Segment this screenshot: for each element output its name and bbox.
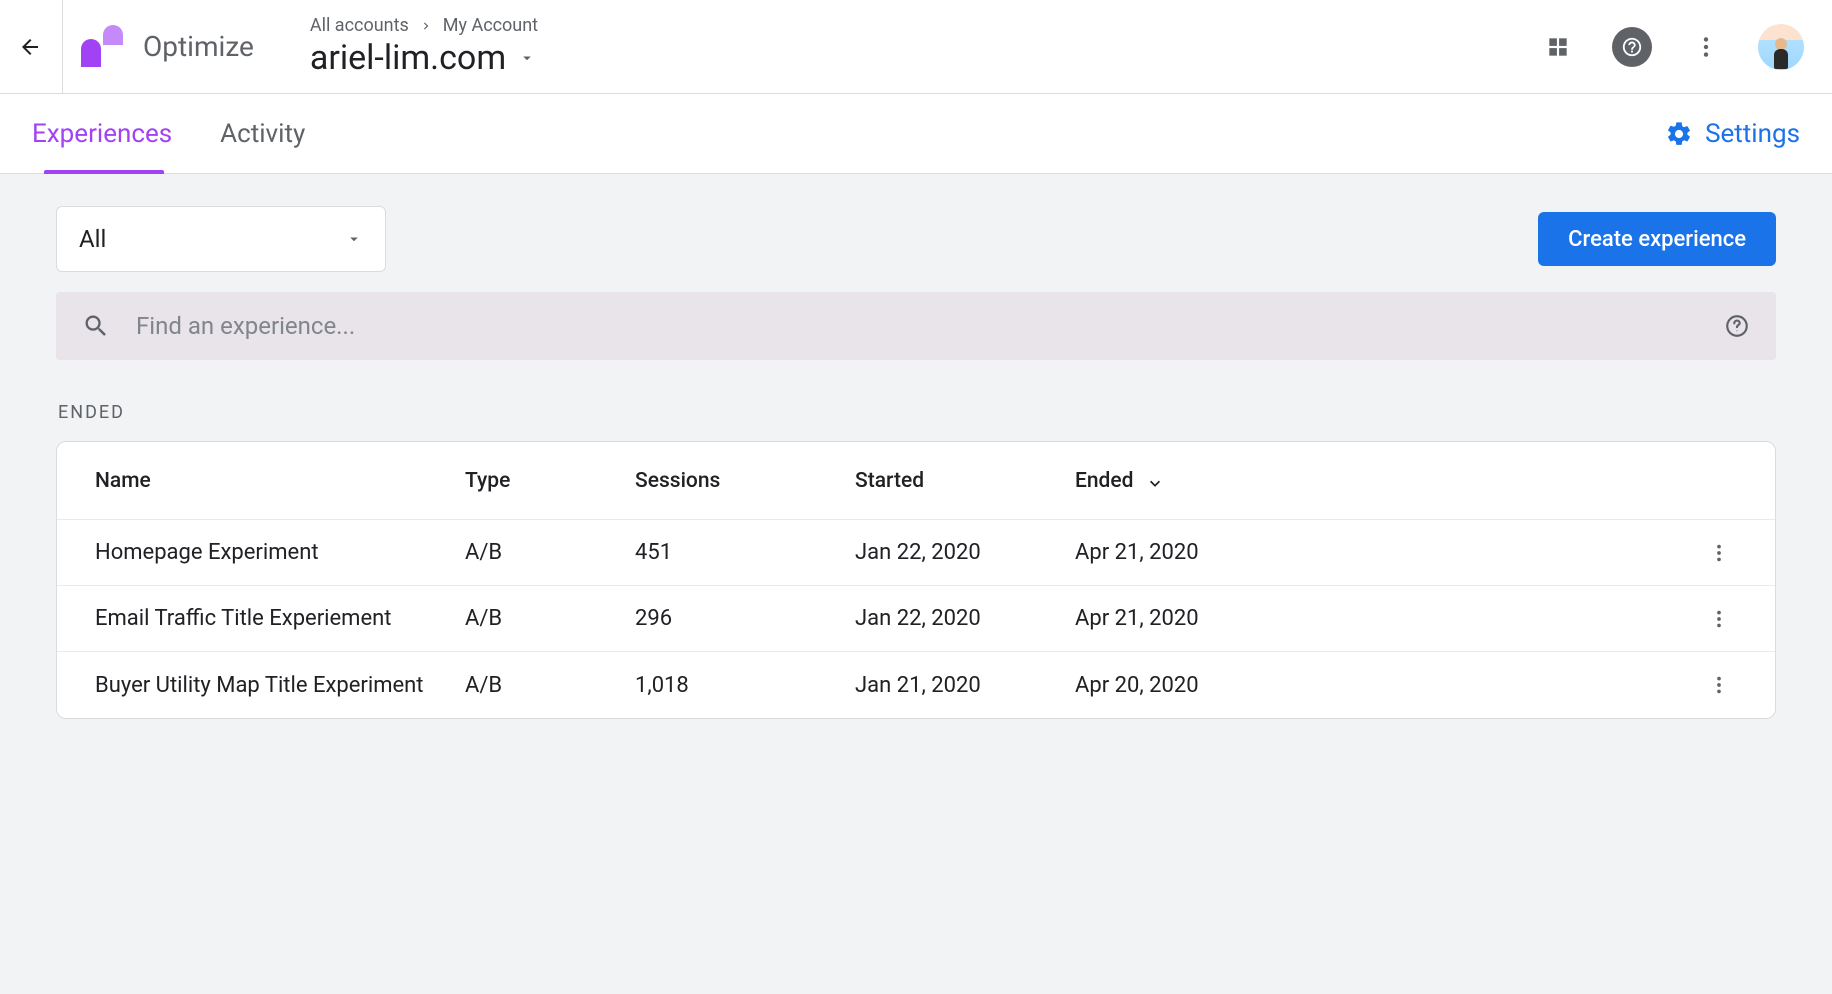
caret-down-icon	[345, 230, 363, 248]
product-name: Optimize	[143, 30, 254, 63]
search-bar	[56, 292, 1776, 360]
cell-type: A/B	[465, 673, 635, 698]
action-row: All Create experience	[56, 206, 1776, 272]
col-type[interactable]: Type	[465, 469, 635, 493]
cell-name: Homepage Experiment	[95, 540, 465, 565]
search-icon	[82, 312, 110, 340]
col-name[interactable]: Name	[95, 469, 465, 493]
table-row[interactable]: Buyer Utility Map Title Experiment A/B 1…	[57, 652, 1775, 718]
main-content: All Create experience ENDED Name Type Se…	[0, 174, 1832, 994]
row-menu-button[interactable]	[1701, 535, 1737, 571]
filter-label: All	[79, 225, 345, 253]
cell-type: A/B	[465, 606, 635, 631]
back-button[interactable]	[10, 27, 50, 67]
product-brand: Optimize	[81, 25, 254, 69]
more-vert-icon	[1693, 34, 1719, 60]
breadcrumb-account: My Account	[443, 15, 538, 36]
account-avatar[interactable]	[1758, 24, 1804, 70]
col-ended-label: Ended	[1075, 469, 1133, 493]
more-vert-icon	[1708, 608, 1730, 630]
cell-type: A/B	[465, 540, 635, 565]
cell-ended: Apr 21, 2020	[1075, 540, 1325, 565]
table-row[interactable]: Email Traffic Title Experiement A/B 296 …	[57, 586, 1775, 652]
breadcrumb[interactable]: All accounts My Account	[310, 15, 538, 36]
cell-sessions: 451	[635, 540, 855, 565]
container-context: All accounts My Account ariel-lim.com	[310, 15, 538, 78]
cell-sessions: 1,018	[635, 673, 855, 698]
more-button[interactable]	[1684, 25, 1728, 69]
search-input[interactable]	[136, 312, 1698, 340]
optimize-logo-icon	[81, 25, 125, 69]
row-menu-button[interactable]	[1701, 601, 1737, 637]
table-row[interactable]: Homepage Experiment A/B 451 Jan 22, 2020…	[57, 520, 1775, 586]
section-ended-label: ENDED	[58, 402, 1776, 423]
gear-icon	[1665, 120, 1693, 148]
table-header-row: Name Type Sessions Started Ended	[57, 442, 1775, 520]
cell-started: Jan 21, 2020	[855, 673, 1075, 698]
experiments-table: Name Type Sessions Started Ended Homepag…	[56, 441, 1776, 719]
more-vert-icon	[1708, 542, 1730, 564]
col-ended[interactable]: Ended	[1075, 469, 1325, 493]
tab-activity[interactable]: Activity	[220, 94, 305, 174]
caret-down-icon	[518, 49, 536, 67]
header-actions	[1536, 24, 1804, 70]
chevron-right-icon	[419, 19, 433, 33]
help-outline-icon[interactable]	[1724, 313, 1750, 339]
arrow-down-icon	[1145, 471, 1165, 491]
arrow-left-icon	[18, 35, 42, 59]
tab-experiences[interactable]: Experiences	[32, 94, 172, 174]
cell-ended: Apr 21, 2020	[1075, 606, 1325, 631]
col-started[interactable]: Started	[855, 469, 1075, 493]
cell-ended: Apr 20, 2020	[1075, 673, 1325, 698]
breadcrumb-root: All accounts	[310, 15, 409, 36]
cell-name: Email Traffic Title Experiement	[95, 606, 465, 631]
create-experience-button[interactable]: Create experience	[1538, 212, 1776, 266]
cell-started: Jan 22, 2020	[855, 540, 1075, 565]
col-sessions[interactable]: Sessions	[635, 469, 855, 493]
divider	[62, 0, 63, 94]
cell-name: Buyer Utility Map Title Experiment	[95, 673, 465, 698]
settings-label: Settings	[1705, 119, 1800, 149]
settings-link[interactable]: Settings	[1665, 119, 1800, 149]
cell-sessions: 296	[635, 606, 855, 631]
status-filter-dropdown[interactable]: All	[56, 206, 386, 272]
row-menu-button[interactable]	[1701, 667, 1737, 703]
app-header: Optimize All accounts My Account ariel-l…	[0, 0, 1832, 94]
container-name-text: ariel-lim.com	[310, 38, 506, 78]
container-switcher[interactable]: ariel-lim.com	[310, 38, 538, 78]
apps-grid-icon	[1545, 34, 1571, 60]
tab-strip: Experiences Activity Settings	[0, 94, 1832, 174]
help-icon	[1612, 27, 1652, 67]
apps-button[interactable]	[1536, 25, 1580, 69]
cell-started: Jan 22, 2020	[855, 606, 1075, 631]
more-vert-icon	[1708, 674, 1730, 696]
help-button[interactable]	[1610, 25, 1654, 69]
